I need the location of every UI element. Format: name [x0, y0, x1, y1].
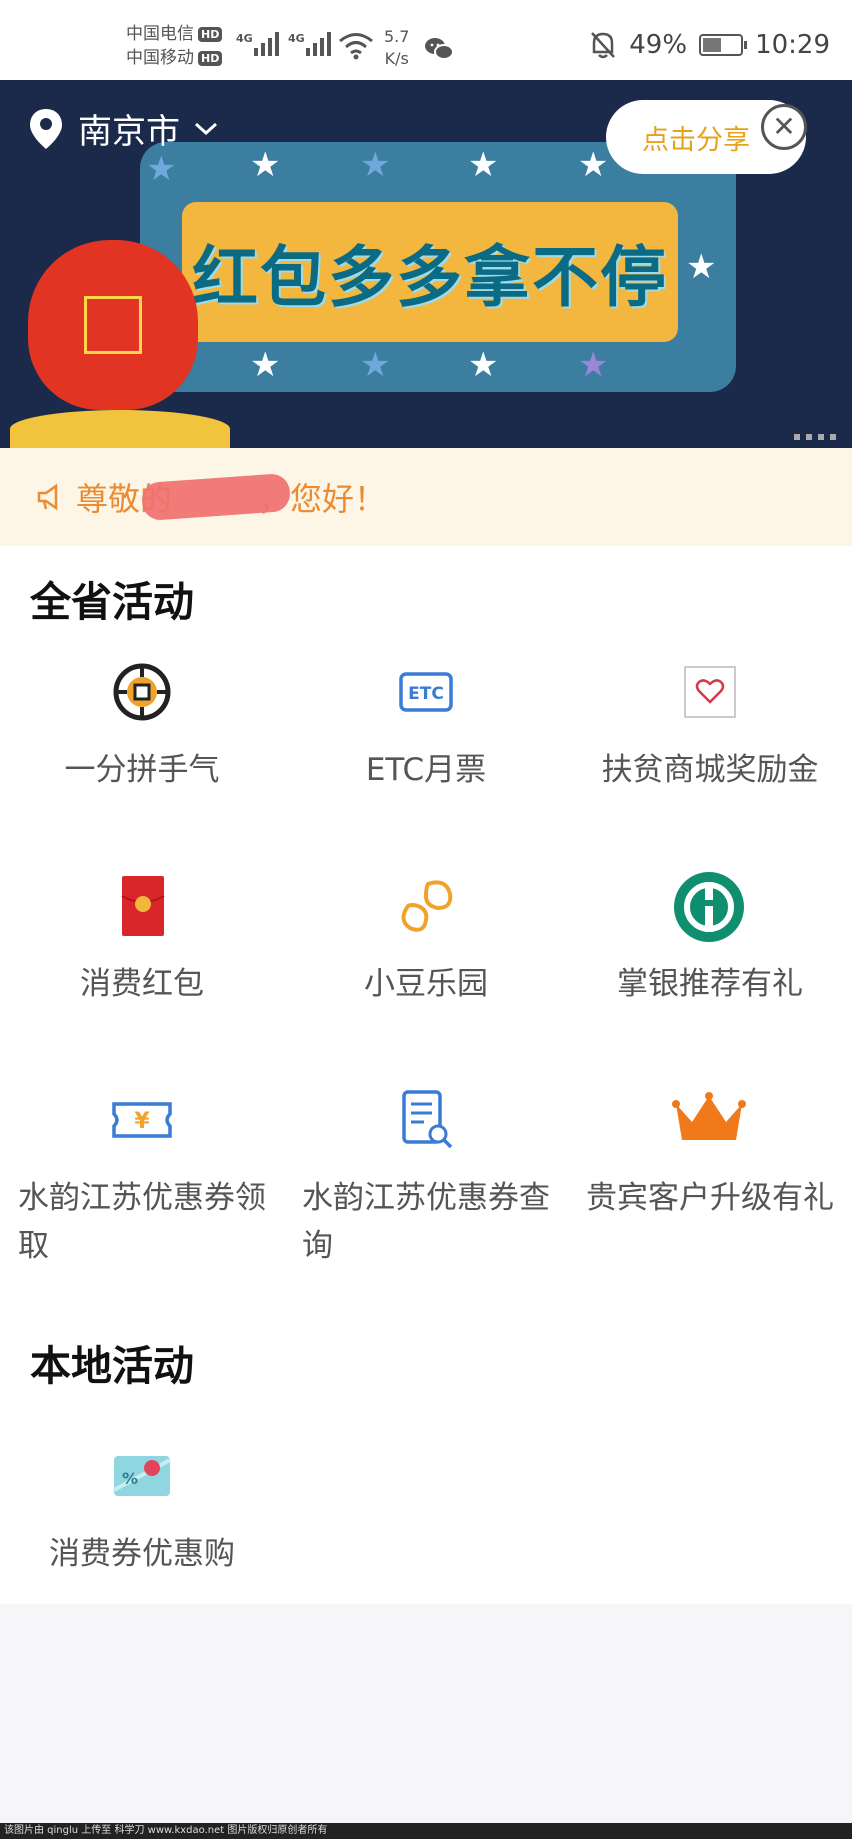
- lucky-bag-image: [28, 240, 198, 410]
- chevron-down-icon: [194, 122, 218, 135]
- activity-label: 一分拼手气: [64, 752, 220, 788]
- activity-item[interactable]: 扶贫商城奖励金: [568, 662, 852, 872]
- activity-label: 水韵江苏优惠券领取: [18, 1180, 266, 1264]
- banner-headline-plate: 红包多多拿不停: [182, 202, 678, 342]
- activities-panel: 全省活动 一分拼手气 ETC ETC月票 扶贫商城奖励金 消费红包 小豆乐园 掌…: [0, 546, 852, 1604]
- document-search-icon: [402, 1090, 453, 1149]
- star-icon: ★: [468, 345, 499, 385]
- crown-icon: [672, 1092, 746, 1140]
- close-icon[interactable]: ✕: [761, 104, 807, 150]
- city-name: 南京市: [78, 112, 180, 152]
- bell-muted-icon: [591, 32, 616, 59]
- activity-label: 扶贫商城奖励金: [601, 752, 819, 788]
- status-bar: 中国电信 HD 中国移动 HD 4G 4G 5.7 K/s 49% 10:29: [0, 0, 852, 80]
- network-speed: 5.7 K/s: [384, 26, 409, 70]
- star-icon: ★: [360, 345, 391, 385]
- location-selector[interactable]: 南京市: [28, 104, 218, 153]
- wifi-icon: [339, 33, 373, 60]
- star-icon: ★: [578, 145, 609, 185]
- speed-unit: K/s: [384, 49, 409, 68]
- activity-item[interactable]: % 消费券优惠购: [0, 1446, 284, 1656]
- speed-value: 5.7: [384, 27, 410, 46]
- activity-item[interactable]: 一分拼手气: [0, 662, 284, 872]
- star-icon: ★: [146, 149, 177, 189]
- carrier-info: 中国电信 HD 中国移动 HD: [126, 22, 223, 70]
- status-right: 49% 10:29: [589, 30, 830, 60]
- activity-label: 消费红包: [80, 966, 204, 1002]
- coupon-ticket-icon: ¥: [112, 1102, 172, 1138]
- svg-text:ETC: ETC: [408, 684, 444, 704]
- activity-label: 掌银推荐有礼: [617, 966, 803, 1002]
- svg-text:¥: ¥: [134, 1109, 150, 1134]
- battery-percent: 49%: [629, 30, 688, 60]
- screen: 中国电信 HD 中国移动 HD 4G 4G 5.7 K/s 49% 10:29 …: [0, 0, 852, 1839]
- network-type-1: 4G: [236, 32, 253, 45]
- activity-item[interactable]: 掌银推荐有礼: [568, 872, 852, 1086]
- megaphone-icon: [37, 483, 58, 511]
- bank-logo-icon: [674, 872, 744, 942]
- battery-level: [703, 38, 721, 52]
- star-icon: ★: [250, 345, 281, 385]
- greeting-notice: 尊敬的 ，您好！: [0, 448, 852, 546]
- star-icon: ★: [250, 145, 281, 185]
- activity-item[interactable]: 小豆乐园: [284, 876, 568, 1086]
- location-pin-icon: [30, 108, 62, 149]
- activity-label: 小豆乐园: [364, 966, 488, 1002]
- coins-image: [10, 410, 230, 448]
- section-title-province: 全省活动: [30, 578, 194, 626]
- hd-badge: HD: [198, 50, 223, 66]
- activity-item[interactable]: 贵宾客户升级有礼: [568, 1090, 852, 1300]
- share-label: 点击分享: [642, 124, 750, 156]
- activity-label: 消费券优惠购: [49, 1536, 235, 1572]
- promo-banner[interactable]: ★ ★ ★ ★ ★ ★ ★ ★ ★ ★ 红包多多拿不停 南京市 点击分享 ✕: [0, 80, 852, 448]
- hd-badge: HD: [198, 26, 223, 42]
- banner-indicator: [794, 434, 836, 440]
- section-title-local: 本地活动: [30, 1342, 194, 1390]
- activity-item[interactable]: ETC ETC月票: [284, 662, 568, 872]
- activity-item[interactable]: 水韵江苏优惠券查询: [284, 1090, 568, 1300]
- heart-card-icon: [684, 666, 736, 718]
- network-type-2: 4G: [288, 32, 305, 45]
- activity-label: 水韵江苏优惠券查询: [302, 1180, 550, 1264]
- signal-icon: [306, 32, 331, 56]
- watermark-footer: 该图片由 qinglu 上传至 科学刀 www.kxdao.net 图片版权归原…: [0, 1823, 852, 1839]
- star-icon: ★: [360, 145, 391, 185]
- banner-headline: 红包多多拿不停: [192, 239, 668, 316]
- bean-icon: [401, 880, 453, 932]
- clock: 10:29: [755, 30, 830, 60]
- etc-icon: ETC: [399, 672, 453, 712]
- wechat-icon: [425, 38, 454, 60]
- red-envelope-icon: [121, 876, 165, 936]
- activity-label: ETC月票: [365, 752, 487, 788]
- star-icon: ★: [686, 247, 717, 287]
- star-icon: ★: [578, 345, 609, 385]
- discount-card-icon: %: [113, 1456, 171, 1496]
- svg-text:%: %: [122, 1469, 138, 1488]
- coin-icon: [113, 663, 171, 721]
- activity-item[interactable]: ¥ 水韵江苏优惠券领取: [0, 1090, 284, 1300]
- battery-icon: [699, 34, 748, 56]
- activity-item[interactable]: 消费红包: [0, 876, 284, 1086]
- star-icon: ★: [468, 145, 499, 185]
- carrier-1: 中国电信: [126, 24, 194, 44]
- signal-icon: [254, 32, 279, 56]
- carrier-2: 中国移动: [126, 48, 194, 68]
- activity-label: 贵宾客户升级有礼: [586, 1180, 834, 1216]
